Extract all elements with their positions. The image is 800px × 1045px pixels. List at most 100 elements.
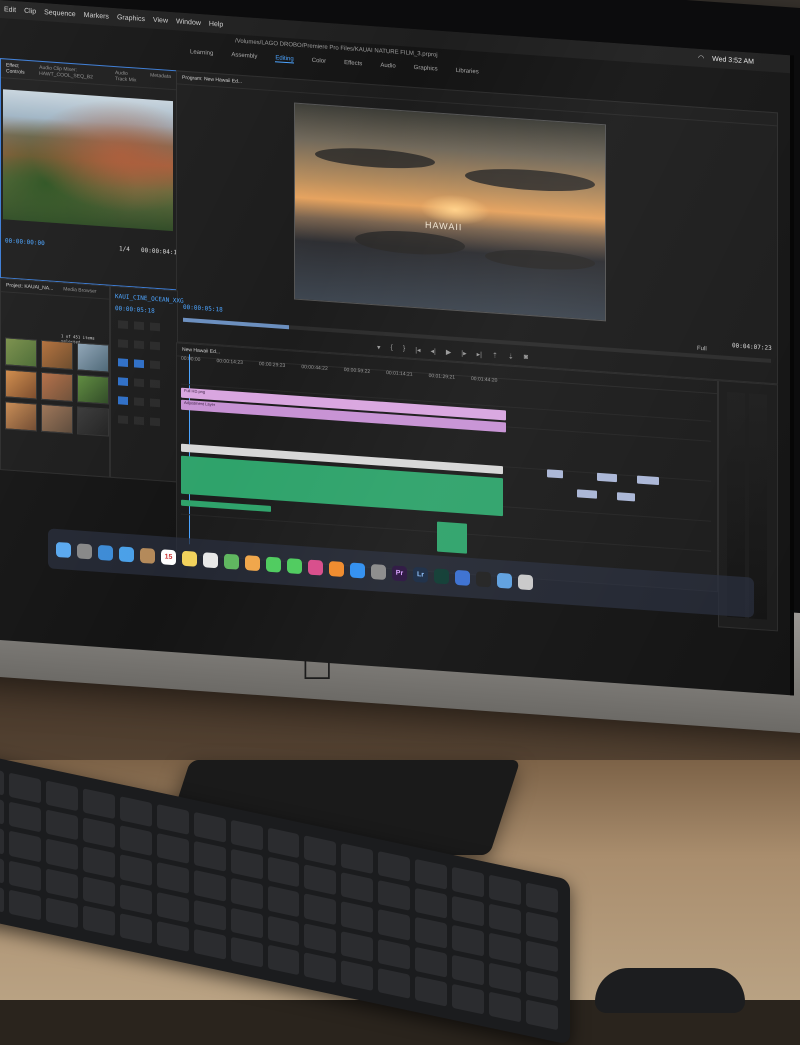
- dock-photos-icon[interactable]: [245, 554, 260, 571]
- dock-safari-icon[interactable]: [98, 544, 113, 561]
- track-solo-toggle[interactable]: [150, 379, 160, 389]
- timeline-clip-video[interactable]: [577, 489, 597, 499]
- tab-audio-track-mix[interactable]: Audio Track Mix: [115, 70, 140, 84]
- dock-audition-icon[interactable]: [434, 567, 449, 584]
- tab-libraries[interactable]: Libraries: [456, 68, 479, 77]
- tab-metadata[interactable]: Metadata: [150, 72, 171, 85]
- timeline-clip-video[interactable]: [597, 472, 617, 483]
- track-eye-toggle[interactable]: [150, 360, 160, 370]
- project-thumbnail[interactable]: [5, 401, 37, 432]
- tab-media-browser[interactable]: Media Browser: [63, 286, 96, 294]
- dock-maps-icon[interactable]: [224, 553, 239, 570]
- dock-itunes-icon[interactable]: [308, 559, 323, 576]
- dock-books-icon[interactable]: [329, 560, 344, 577]
- menu-item-edit[interactable]: Edit: [4, 6, 16, 14]
- menu-item-window[interactable]: Window: [176, 18, 201, 27]
- track-lock-toggle[interactable]: [118, 339, 128, 348]
- step-back-icon[interactable]: ◂|: [431, 347, 436, 355]
- project-thumbnail[interactable]: [77, 406, 109, 437]
- dock-terminal-icon[interactable]: [476, 570, 491, 587]
- track-mic-toggle[interactable]: [150, 417, 160, 427]
- track-eye-toggle[interactable]: [150, 341, 160, 351]
- tab-effects[interactable]: Effects: [344, 60, 362, 68]
- dock-premiere-icon[interactable]: Pr: [392, 564, 407, 581]
- track-eye-toggle[interactable]: [150, 322, 160, 332]
- dock-lightroom-icon[interactable]: Lr: [413, 566, 428, 583]
- track-sync-toggle[interactable]: [134, 321, 144, 331]
- menu-item-help[interactable]: Help: [209, 20, 223, 28]
- menu-item-markers[interactable]: Markers: [84, 11, 109, 20]
- track-sync-toggle[interactable]: [134, 340, 144, 350]
- menu-item-graphics[interactable]: Graphics: [117, 14, 145, 23]
- go-to-out-icon[interactable]: ▸|: [477, 350, 482, 358]
- source-timecode-in[interactable]: 00:00:00:00: [5, 237, 45, 247]
- tab-editing[interactable]: Editing: [275, 55, 294, 64]
- timeline-clip-audio[interactable]: [181, 499, 271, 512]
- track-target-toggle[interactable]: [134, 359, 144, 369]
- dock-preview-icon[interactable]: [497, 572, 512, 589]
- tab-effect-controls[interactable]: Effect Controls: [6, 62, 29, 76]
- dock-calendar-icon[interactable]: 15: [161, 548, 176, 565]
- add-marker-icon[interactable]: ▾: [377, 343, 381, 351]
- timeline-clip-video[interactable]: [617, 492, 635, 502]
- tab-graphics[interactable]: Graphics: [414, 65, 438, 74]
- dock-mail-icon[interactable]: [119, 545, 134, 562]
- go-to-in-icon[interactable]: |◂: [415, 346, 420, 354]
- dock-messages-icon[interactable]: [266, 556, 281, 573]
- dock-notes-icon[interactable]: [182, 550, 197, 567]
- dock-facetime-icon[interactable]: [287, 557, 302, 574]
- project-thumbnail[interactable]: [77, 374, 109, 405]
- timeline-clip-video[interactable]: [547, 469, 563, 479]
- project-thumbnail[interactable]: [41, 339, 73, 371]
- track-lock-toggle[interactable]: [118, 320, 128, 329]
- dock-launchpad-icon[interactable]: [77, 542, 92, 559]
- tab-project[interactable]: Project: KAUAI_NA...: [6, 282, 53, 291]
- export-frame-icon[interactable]: ◙: [524, 354, 528, 362]
- dock-xcode-icon[interactable]: [455, 569, 470, 586]
- menu-item-view[interactable]: View: [153, 16, 168, 24]
- timeline-timecode[interactable]: 00:00:05:18: [115, 305, 155, 315]
- dock-trash-icon[interactable]: [518, 573, 533, 590]
- tab-learning[interactable]: Learning: [190, 49, 213, 58]
- tab-assembly[interactable]: Assembly: [231, 52, 257, 61]
- lift-icon[interactable]: ⇡: [492, 351, 498, 359]
- source-zoom[interactable]: 1/4: [119, 245, 130, 253]
- project-thumbnail[interactable]: [5, 337, 37, 368]
- tab-audio[interactable]: Audio: [380, 63, 395, 71]
- tab-audio-clip-mixer[interactable]: Audio Clip Mixer: HAWT_COOL_SEQ_B2: [39, 65, 105, 82]
- play-icon[interactable]: ▶: [446, 348, 451, 356]
- tab-color[interactable]: Color: [312, 58, 326, 66]
- keyboard-key: [0, 793, 4, 825]
- timeline-clip-video[interactable]: [637, 475, 659, 486]
- track-solo-toggle[interactable]: [150, 398, 160, 408]
- menu-item-clip[interactable]: Clip: [24, 7, 36, 15]
- menu-item-sequence[interactable]: Sequence: [44, 9, 76, 18]
- dock-system-prefs-icon[interactable]: [371, 563, 386, 580]
- dock-app-store-icon[interactable]: [350, 561, 365, 579]
- track-target-toggle[interactable]: [118, 377, 128, 386]
- project-thumbnail[interactable]: [77, 342, 109, 373]
- tab-sequence[interactable]: New Hawaii Ed...: [182, 347, 220, 356]
- extract-icon[interactable]: ⇣: [508, 353, 514, 361]
- track-target-toggle[interactable]: [118, 358, 128, 367]
- track-target-toggle[interactable]: [118, 396, 128, 405]
- dock-finder-icon[interactable]: [56, 541, 71, 558]
- wifi-icon[interactable]: ◠: [698, 54, 704, 62]
- project-thumbnail[interactable]: [41, 403, 73, 435]
- project-thumbnail[interactable]: [5, 369, 37, 400]
- program-monitor-title[interactable]: Program: New Hawaii Ed...: [182, 75, 242, 85]
- step-forward-icon[interactable]: |▸: [461, 349, 466, 357]
- program-timecode[interactable]: 00:00:05:18: [183, 304, 223, 314]
- mark-in-icon[interactable]: {: [391, 344, 393, 352]
- menubar-clock[interactable]: Wed 3:52 AM: [712, 55, 754, 65]
- project-thumbnail[interactable]: [41, 371, 73, 403]
- program-fit-select[interactable]: Full: [697, 346, 707, 353]
- track-solo-toggle[interactable]: [134, 416, 144, 426]
- track-mute-toggle[interactable]: [118, 415, 128, 424]
- timeline-clip-audio[interactable]: [437, 521, 467, 554]
- track-mute-toggle[interactable]: [134, 397, 144, 407]
- track-mute-toggle[interactable]: [134, 378, 144, 388]
- mark-out-icon[interactable]: }: [403, 345, 405, 353]
- dock-reminders-icon[interactable]: [203, 551, 218, 568]
- dock-contacts-icon[interactable]: [140, 547, 155, 564]
